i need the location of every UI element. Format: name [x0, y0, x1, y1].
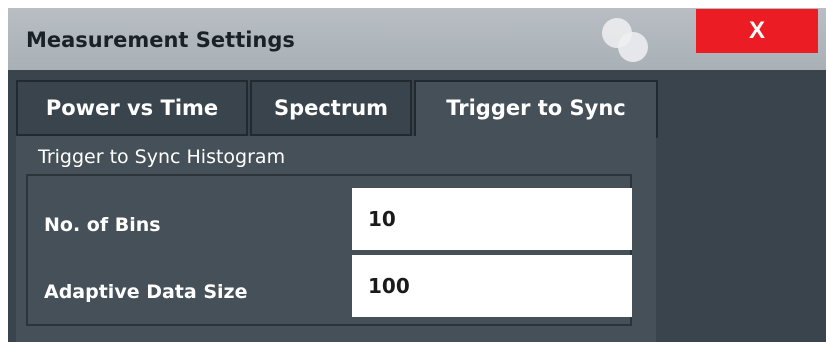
tab-panel-trigger-to-sync: Trigger to Sync Histogram No. of Bins Ad…	[16, 136, 656, 342]
no-of-bins-label: No. of Bins	[44, 214, 161, 236]
tab-trigger-to-sync[interactable]: Trigger to Sync	[414, 80, 658, 138]
overlapping-circles-icon	[596, 14, 660, 64]
tab-spectrum[interactable]: Spectrum	[250, 80, 412, 136]
measurement-settings-dialog: Measurement Settings X Power vs Time Spe…	[8, 8, 826, 342]
no-of-bins-input[interactable]	[352, 188, 632, 250]
tab-power-vs-time[interactable]: Power vs Time	[16, 80, 248, 136]
dialog-titlebar[interactable]: Measurement Settings X	[8, 8, 826, 70]
adaptive-data-size-label: Adaptive Data Size	[44, 281, 248, 303]
close-button[interactable]: X	[696, 9, 818, 53]
histogram-group-box: No. of Bins Adaptive Data Size	[26, 174, 632, 326]
histogram-group-title: Trigger to Sync Histogram	[38, 146, 286, 168]
dialog-title: Measurement Settings	[26, 28, 295, 52]
tab-strip: Power vs Time Spectrum Trigger to Sync	[8, 80, 826, 138]
adaptive-data-size-input[interactable]	[352, 255, 632, 317]
